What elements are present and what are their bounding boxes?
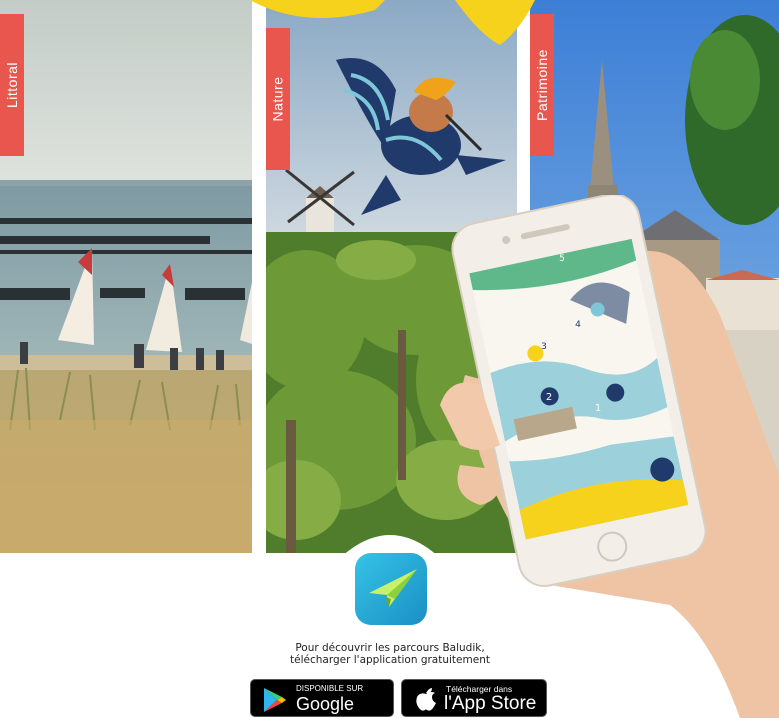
brand-swoosh	[250, 0, 535, 45]
map-marker-5[interactable]: 5	[556, 254, 568, 264]
google-play-small-text: DISPONIBLE SUR	[296, 684, 364, 693]
tab-nature-label: Nature	[270, 76, 286, 122]
map-marker-2[interactable]: 2	[543, 392, 555, 403]
app-description-line2: télécharger l'application gratuitement	[290, 654, 490, 666]
beach-photo	[0, 0, 252, 553]
map-marker-3[interactable]: 3	[538, 342, 550, 352]
hand-holding-phone	[440, 195, 779, 718]
app-icon[interactable]	[355, 553, 427, 625]
google-play-big-text: Google Play	[296, 694, 355, 718]
tab-littoral-label: Littoral	[4, 61, 20, 109]
google-play-badge[interactable]: DISPONIBLE SUR Google Play	[250, 679, 394, 718]
paper-plane-icon	[369, 569, 417, 607]
map-marker-1[interactable]: 1	[592, 403, 604, 414]
apple-icon	[416, 688, 436, 711]
map-marker-4[interactable]: 4	[572, 320, 584, 330]
littoral-panel: Littoral	[0, 0, 252, 553]
tab-patrimoine-label: Patrimoine	[534, 49, 551, 121]
tab-littoral[interactable]: Littoral	[0, 14, 24, 156]
app-description-line1: Pour découvrir les parcours Baludik,	[295, 642, 485, 654]
app-store-big-text: l'App Store	[444, 693, 537, 714]
app-store-badge[interactable]: Télécharger dans l'App Store	[401, 679, 547, 717]
google-play-icon	[264, 688, 286, 712]
